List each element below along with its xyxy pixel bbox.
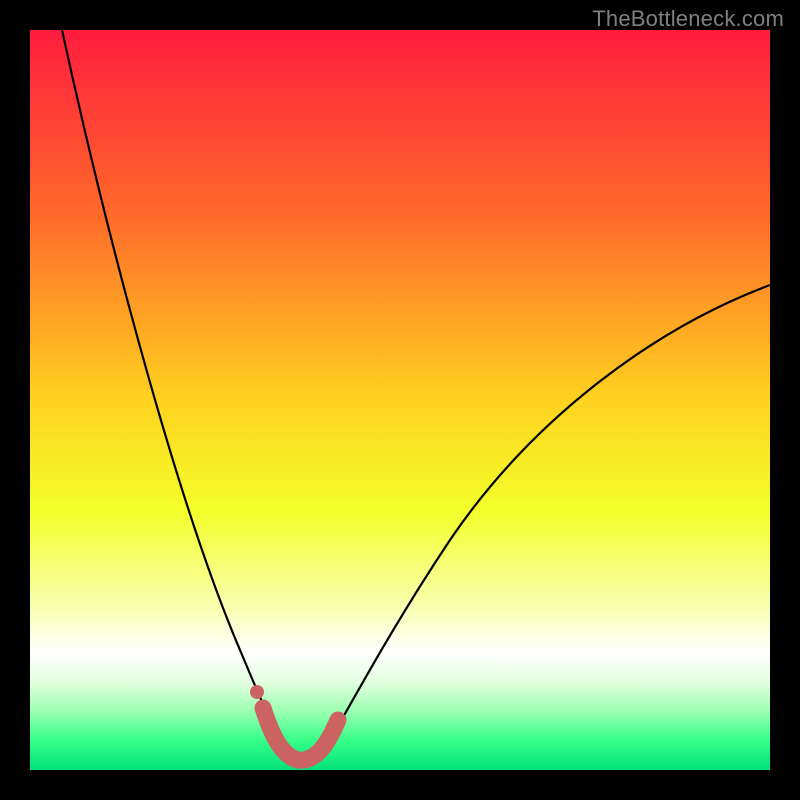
chart-frame: TheBottleneck.com — [0, 0, 800, 800]
plot-area — [30, 30, 770, 770]
bottleneck-curve — [30, 30, 770, 770]
curve-path — [62, 30, 770, 759]
trough-marker — [263, 708, 338, 760]
watermark-text: TheBottleneck.com — [592, 6, 784, 32]
trough-dot — [250, 685, 264, 699]
